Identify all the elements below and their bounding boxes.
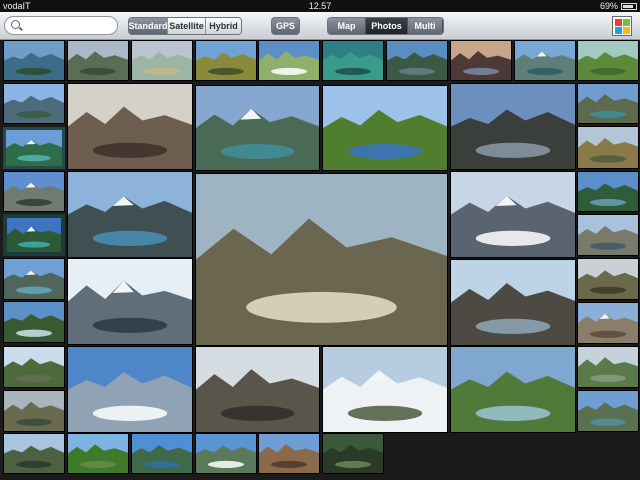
photo-snow-cliffs[interactable] xyxy=(67,258,193,345)
photo-rock-pile[interactable] xyxy=(195,346,320,433)
battery-percent: 69% xyxy=(599,1,618,11)
photo-lake-shore[interactable] xyxy=(577,390,639,432)
view-segmented-control: Map Photos Multi xyxy=(327,17,444,35)
photo-lake-pines[interactable] xyxy=(577,171,639,212)
photo-mountain-stream[interactable] xyxy=(3,301,65,343)
photo-autumn-hill[interactable] xyxy=(577,126,639,169)
photo-grid xyxy=(0,40,640,480)
photo-glacier-lake[interactable] xyxy=(3,258,65,300)
photo-dead-trees[interactable] xyxy=(577,258,639,300)
photo-snow-ridge[interactable] xyxy=(450,171,576,258)
status-bar: vodaIT 12.57 69% xyxy=(0,0,640,12)
photo-rainbow[interactable] xyxy=(131,40,193,81)
photo-sunset-ridge[interactable] xyxy=(450,40,512,81)
photo-featured-lake[interactable] xyxy=(3,214,65,256)
map-view-button[interactable]: Map xyxy=(328,18,366,34)
search-input[interactable] xyxy=(25,19,117,34)
map-type-segmented-control: Standard Satellite Hybrid xyxy=(128,17,242,35)
photo-snow-peaks-small[interactable] xyxy=(3,171,65,212)
photo-road-clouds[interactable] xyxy=(258,40,320,81)
satellite-button[interactable]: Satellite xyxy=(168,18,206,34)
photo-clouds-lake[interactable] xyxy=(3,83,65,124)
gps-button[interactable]: GPS xyxy=(271,17,300,35)
photo-hazy-valley[interactable] xyxy=(577,346,639,388)
multi-view-button[interactable]: Multi xyxy=(408,18,443,34)
photo-wide-valley[interactable] xyxy=(3,433,65,474)
photo-hills-fog[interactable] xyxy=(3,390,65,432)
photo-rock-wall[interactable] xyxy=(67,83,193,170)
photo-alpine-lake[interactable] xyxy=(577,83,639,124)
battery-indicator: 69% xyxy=(600,0,637,12)
battery-icon xyxy=(621,2,637,10)
photo-cloud-lake[interactable] xyxy=(195,433,257,474)
photo-turquoise-lake[interactable] xyxy=(3,127,65,169)
standard-button[interactable]: Standard xyxy=(129,18,168,34)
battery-fill xyxy=(623,4,633,8)
photo-green-meadow[interactable] xyxy=(67,433,129,474)
photo-green-valley-tent[interactable] xyxy=(322,85,448,171)
photo-frozen-lake[interactable] xyxy=(67,346,193,433)
hybrid-button[interactable]: Hybrid xyxy=(206,18,241,34)
photo-brown-peaks[interactable] xyxy=(258,433,320,474)
windows-logo-icon[interactable] xyxy=(612,16,632,36)
photo-lake-trees[interactable] xyxy=(3,40,65,81)
photo-snow-slope[interactable] xyxy=(322,346,448,433)
photo-valley-blue[interactable] xyxy=(386,40,448,81)
photo-rocks-water[interactable] xyxy=(577,214,639,256)
photo-blue-lake[interactable] xyxy=(131,433,193,474)
photo-meadow-tree[interactable] xyxy=(195,40,257,81)
photo-green-peaks[interactable] xyxy=(3,346,65,388)
photo-van-road[interactable] xyxy=(195,173,448,346)
photo-mountain-lake[interactable] xyxy=(195,85,320,171)
photo-teal-river[interactable] xyxy=(322,40,384,81)
clock: 12.57 xyxy=(308,1,332,11)
photo-dark-ridge[interactable] xyxy=(450,83,576,170)
photo-lake-forest[interactable] xyxy=(67,40,129,81)
photo-dark-forest[interactable] xyxy=(322,433,384,474)
photo-scree-hiker[interactable] xyxy=(577,302,639,344)
search-field[interactable] xyxy=(4,16,118,35)
photos-view-button[interactable]: Photos xyxy=(366,18,408,34)
photo-sea-rocks[interactable] xyxy=(450,259,576,346)
photo-green-slope[interactable] xyxy=(577,40,639,81)
toolbar: Standard Satellite Hybrid GPS Map Photos… xyxy=(0,12,640,40)
photo-winding-river[interactable] xyxy=(450,346,576,433)
search-icon xyxy=(11,20,20,29)
photo-peak-lake-small[interactable] xyxy=(67,171,193,258)
photo-snow-lake[interactable] xyxy=(514,40,576,81)
